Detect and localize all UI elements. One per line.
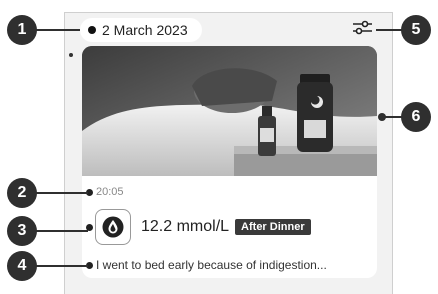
measurement-type-button[interactable]	[95, 209, 131, 245]
note-row: I went to bed early because of indigesti…	[86, 258, 327, 272]
timeline-marker	[69, 53, 73, 57]
callout-1: 1	[7, 15, 37, 45]
entry-card[interactable]: 20:05 12.2 mmol/L After Dinner I went to…	[82, 46, 377, 278]
reading-row: 12.2 mmol/L After Dinner	[86, 209, 311, 245]
callout-5-line	[376, 29, 402, 31]
filter-button[interactable]	[352, 18, 374, 38]
date-dot	[88, 26, 96, 34]
time-row: 20:05	[86, 186, 124, 198]
photo-image	[82, 46, 377, 176]
callout-3-line	[36, 230, 88, 232]
meal-tag-badge: After Dinner	[235, 219, 311, 235]
callout-5: 5	[401, 15, 431, 45]
blood-drop-icon	[102, 216, 124, 238]
callout-4-line	[36, 265, 88, 267]
callout-2-line	[36, 192, 88, 194]
callout-3: 3	[7, 216, 37, 246]
callout-1-line	[36, 29, 80, 31]
callout-2: 2	[7, 178, 37, 208]
entry-photo[interactable]	[82, 46, 377, 176]
date-label: 2 March 2023	[102, 22, 188, 38]
callout-4: 4	[7, 251, 37, 281]
entry-note[interactable]: I went to bed early because of indigesti…	[96, 258, 327, 272]
glucose-reading: 12.2 mmol/L	[141, 218, 230, 235]
sliders-icon	[353, 20, 372, 35]
callout-6: 6	[401, 102, 431, 132]
entry-time: 20:05	[96, 186, 124, 198]
callout-6-anchor	[378, 113, 386, 121]
date-header: 2 March 2023	[80, 18, 202, 42]
